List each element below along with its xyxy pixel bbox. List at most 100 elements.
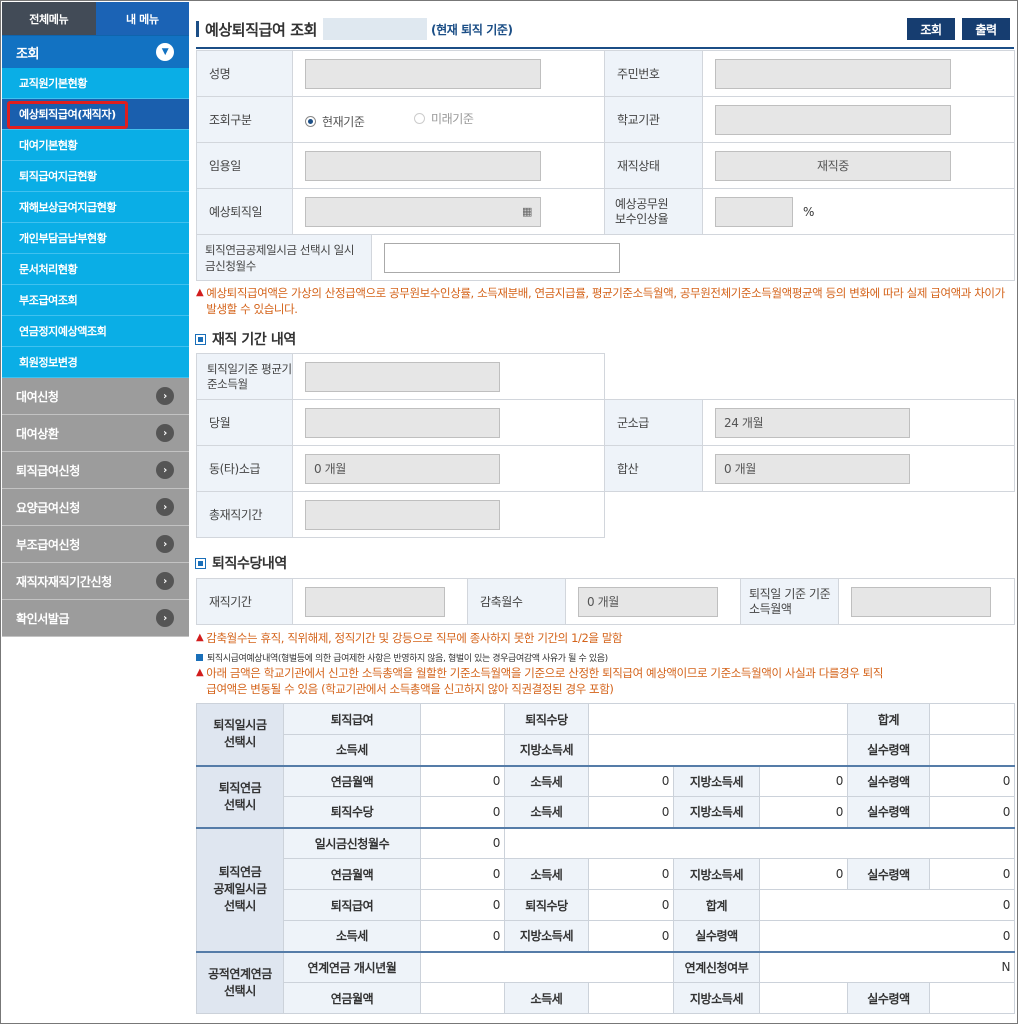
menu-group[interactable]: 재직자재직기간신청 › bbox=[2, 563, 189, 600]
calendar-icon[interactable]: ▦ bbox=[522, 205, 532, 218]
menu-group[interactable]: 확인서발급 › bbox=[2, 600, 189, 637]
page-subtitle: (현재 퇴직 기준) bbox=[431, 22, 513, 37]
name-field bbox=[305, 58, 541, 89]
note-icon bbox=[196, 654, 203, 661]
group-linked-pension: 공적연계연금 선택시 bbox=[196, 950, 284, 1014]
raise-rate-label: 예상공무원 보수인상율 bbox=[604, 188, 703, 235]
radio-future[interactable]: 미래기준 bbox=[413, 110, 474, 127]
col-header: 퇴직급여 bbox=[283, 889, 421, 921]
menu-group[interactable]: 대여상환 › bbox=[2, 415, 189, 452]
section-label: 재직 기간 내역 bbox=[212, 332, 296, 348]
cell-value: 0 bbox=[929, 796, 1016, 828]
avg-income-field bbox=[305, 361, 500, 392]
reduce-label: 감축월수 bbox=[467, 578, 566, 625]
sidebar-item[interactable]: 연금정지예상액조회 bbox=[2, 316, 189, 347]
cell-value: 0 bbox=[758, 889, 1016, 921]
note-text: 퇴직시급여예상내역(형벌등에 의한 급여제한 사항은 반영하지 않음, 형벌이 … bbox=[196, 651, 608, 664]
col-header: 소득세 bbox=[283, 734, 421, 766]
month-field bbox=[305, 407, 500, 438]
col-header: 지방소득세 bbox=[504, 734, 589, 766]
empty-cell bbox=[605, 492, 703, 538]
chevron-right-icon: › bbox=[156, 572, 174, 590]
cell-value: 0 bbox=[420, 826, 505, 859]
cell bbox=[929, 734, 1016, 766]
tab-my-menu[interactable]: 내 메뉴 bbox=[95, 2, 189, 35]
raise-rate-field bbox=[715, 196, 793, 227]
masked-name bbox=[323, 18, 428, 40]
allowance-table: 재직기간 감축월수 0 개월 퇴직일 기준 기준소득월액 bbox=[196, 578, 1015, 625]
empty-cell bbox=[703, 492, 1015, 538]
school-field bbox=[715, 104, 951, 135]
col-header: 지방소득세 bbox=[673, 796, 760, 828]
menu-group-inquiry[interactable]: 조회 ▼ bbox=[2, 35, 189, 68]
warning-message: 아래 금액은 학교기관에서 신고한 소득총액을 월할한 기준소득월액을 기준으로… bbox=[206, 666, 884, 696]
status-field: 재직중 bbox=[715, 150, 951, 181]
print-button[interactable]: 출력 bbox=[962, 18, 1010, 40]
cell bbox=[929, 982, 1016, 1014]
sidebar-item[interactable]: 부조급여조회 bbox=[2, 285, 189, 316]
group-lump-sum: 퇴직일시금 선택시 bbox=[196, 703, 284, 766]
cell-value: 0 bbox=[758, 920, 1016, 952]
sidebar-item[interactable]: 재해보상급여지급현황 bbox=[2, 192, 189, 223]
menu-group[interactable]: 대여신청 › bbox=[2, 378, 189, 415]
radio-current[interactable]: 현재기준 bbox=[305, 113, 365, 130]
lump-months-input[interactable] bbox=[384, 242, 620, 273]
window: 전체메뉴 내 메뉴 조회 ▼ 교직원기본현황 예상퇴직급여(재직자) 대여기본현황… bbox=[0, 0, 1018, 1024]
col-header: 지방소득세 bbox=[673, 858, 760, 890]
tab-all-menu[interactable]: 전체메뉴 bbox=[2, 2, 96, 35]
chevron-right-icon: › bbox=[156, 424, 174, 442]
cell-value: 0 bbox=[588, 858, 674, 890]
benefit-estimate-table: 퇴직일시금 선택시 퇴직급여 퇴직수당 합계 소득세 지방소득세 실수령액 퇴직… bbox=[196, 703, 1016, 1014]
col-header: 소득세 bbox=[504, 796, 589, 828]
cell-value: 0 bbox=[929, 764, 1016, 797]
note-message: 퇴직시급여예상내역(형벌등에 의한 급여제한 사항은 반영하지 않음, 형벌이 … bbox=[207, 654, 608, 664]
query-button[interactable]: 조회 bbox=[907, 18, 955, 40]
menu-group-label: 퇴직급여신청 bbox=[16, 463, 80, 478]
sidebar-item[interactable]: 회원정보변경 bbox=[2, 347, 189, 378]
sidebar-item[interactable]: 퇴직급여지급현황 bbox=[2, 161, 189, 192]
sidebar: 전체메뉴 내 메뉴 조회 ▼ 교직원기본현황 예상퇴직급여(재직자) 대여기본현황… bbox=[2, 2, 189, 1023]
cell-value: 0 bbox=[758, 764, 849, 797]
col-header: 실수령액 bbox=[847, 764, 931, 797]
reduce-field: 0 개월 bbox=[578, 586, 718, 617]
type-label: 조회구분 bbox=[196, 96, 293, 143]
radio-checked-icon bbox=[305, 115, 316, 127]
cell-value: 0 bbox=[420, 920, 505, 952]
sidebar-item[interactable]: 문서처리현황 bbox=[2, 254, 189, 285]
warning-icon: ▲ bbox=[196, 287, 204, 298]
lump-row: 퇴직연금공제일시금 선택시 일시금신청월수 bbox=[196, 234, 1015, 281]
school-label: 학교기관 bbox=[604, 96, 703, 143]
warning-text: ▲ 아래 금액은 학교기관에서 신고한 소득총액을 월할한 기준소득월액을 기준으… bbox=[196, 665, 886, 697]
chevron-right-icon: › bbox=[156, 609, 174, 627]
menu-group-label: 재직자재직기간신청 bbox=[16, 574, 112, 589]
sidebar-item[interactable]: 대여기본현황 bbox=[2, 130, 189, 161]
cell bbox=[587, 703, 849, 735]
cell-value: 0 bbox=[420, 764, 505, 797]
cell bbox=[758, 982, 849, 1014]
status-label: 재직상태 bbox=[604, 142, 703, 189]
col-header: 퇴직수당 bbox=[283, 796, 421, 828]
group-pension: 퇴직연금 선택시 bbox=[196, 764, 284, 828]
other-field: 0 개월 bbox=[305, 453, 500, 484]
other-label: 동(타)소급 bbox=[196, 445, 293, 492]
hire-date-field bbox=[305, 150, 541, 181]
menu-group[interactable]: 퇴직급여신청 › bbox=[2, 452, 189, 489]
col-header: 지방소득세 bbox=[504, 920, 589, 952]
menu-group[interactable]: 부조급여신청 › bbox=[2, 526, 189, 563]
divider bbox=[196, 47, 1014, 49]
month-label: 당월 bbox=[196, 399, 293, 446]
menu-group[interactable]: 요양급여신청 › bbox=[2, 489, 189, 526]
cell bbox=[929, 703, 1016, 735]
sidebar-item[interactable]: 교직원기본현황 bbox=[2, 68, 189, 99]
col-header: 실수령액 bbox=[847, 734, 931, 766]
cell bbox=[588, 982, 674, 1014]
retire-date-field[interactable]: ▦ bbox=[305, 196, 541, 227]
page-title-row: 예상퇴직급여 조회 (현재 퇴직 기준) bbox=[196, 15, 513, 43]
col-header: 지방소득세 bbox=[673, 982, 760, 1014]
sidebar-item-selected[interactable]: 예상퇴직급여(재직자) bbox=[2, 99, 189, 130]
sidebar-item[interactable]: 개인부담금납부현황 bbox=[2, 223, 189, 254]
col-header: 일시금신청월수 bbox=[283, 826, 421, 859]
warning-icon: ▲ bbox=[196, 632, 204, 643]
col-header: 소득세 bbox=[283, 920, 421, 952]
base-income-field bbox=[851, 586, 991, 617]
